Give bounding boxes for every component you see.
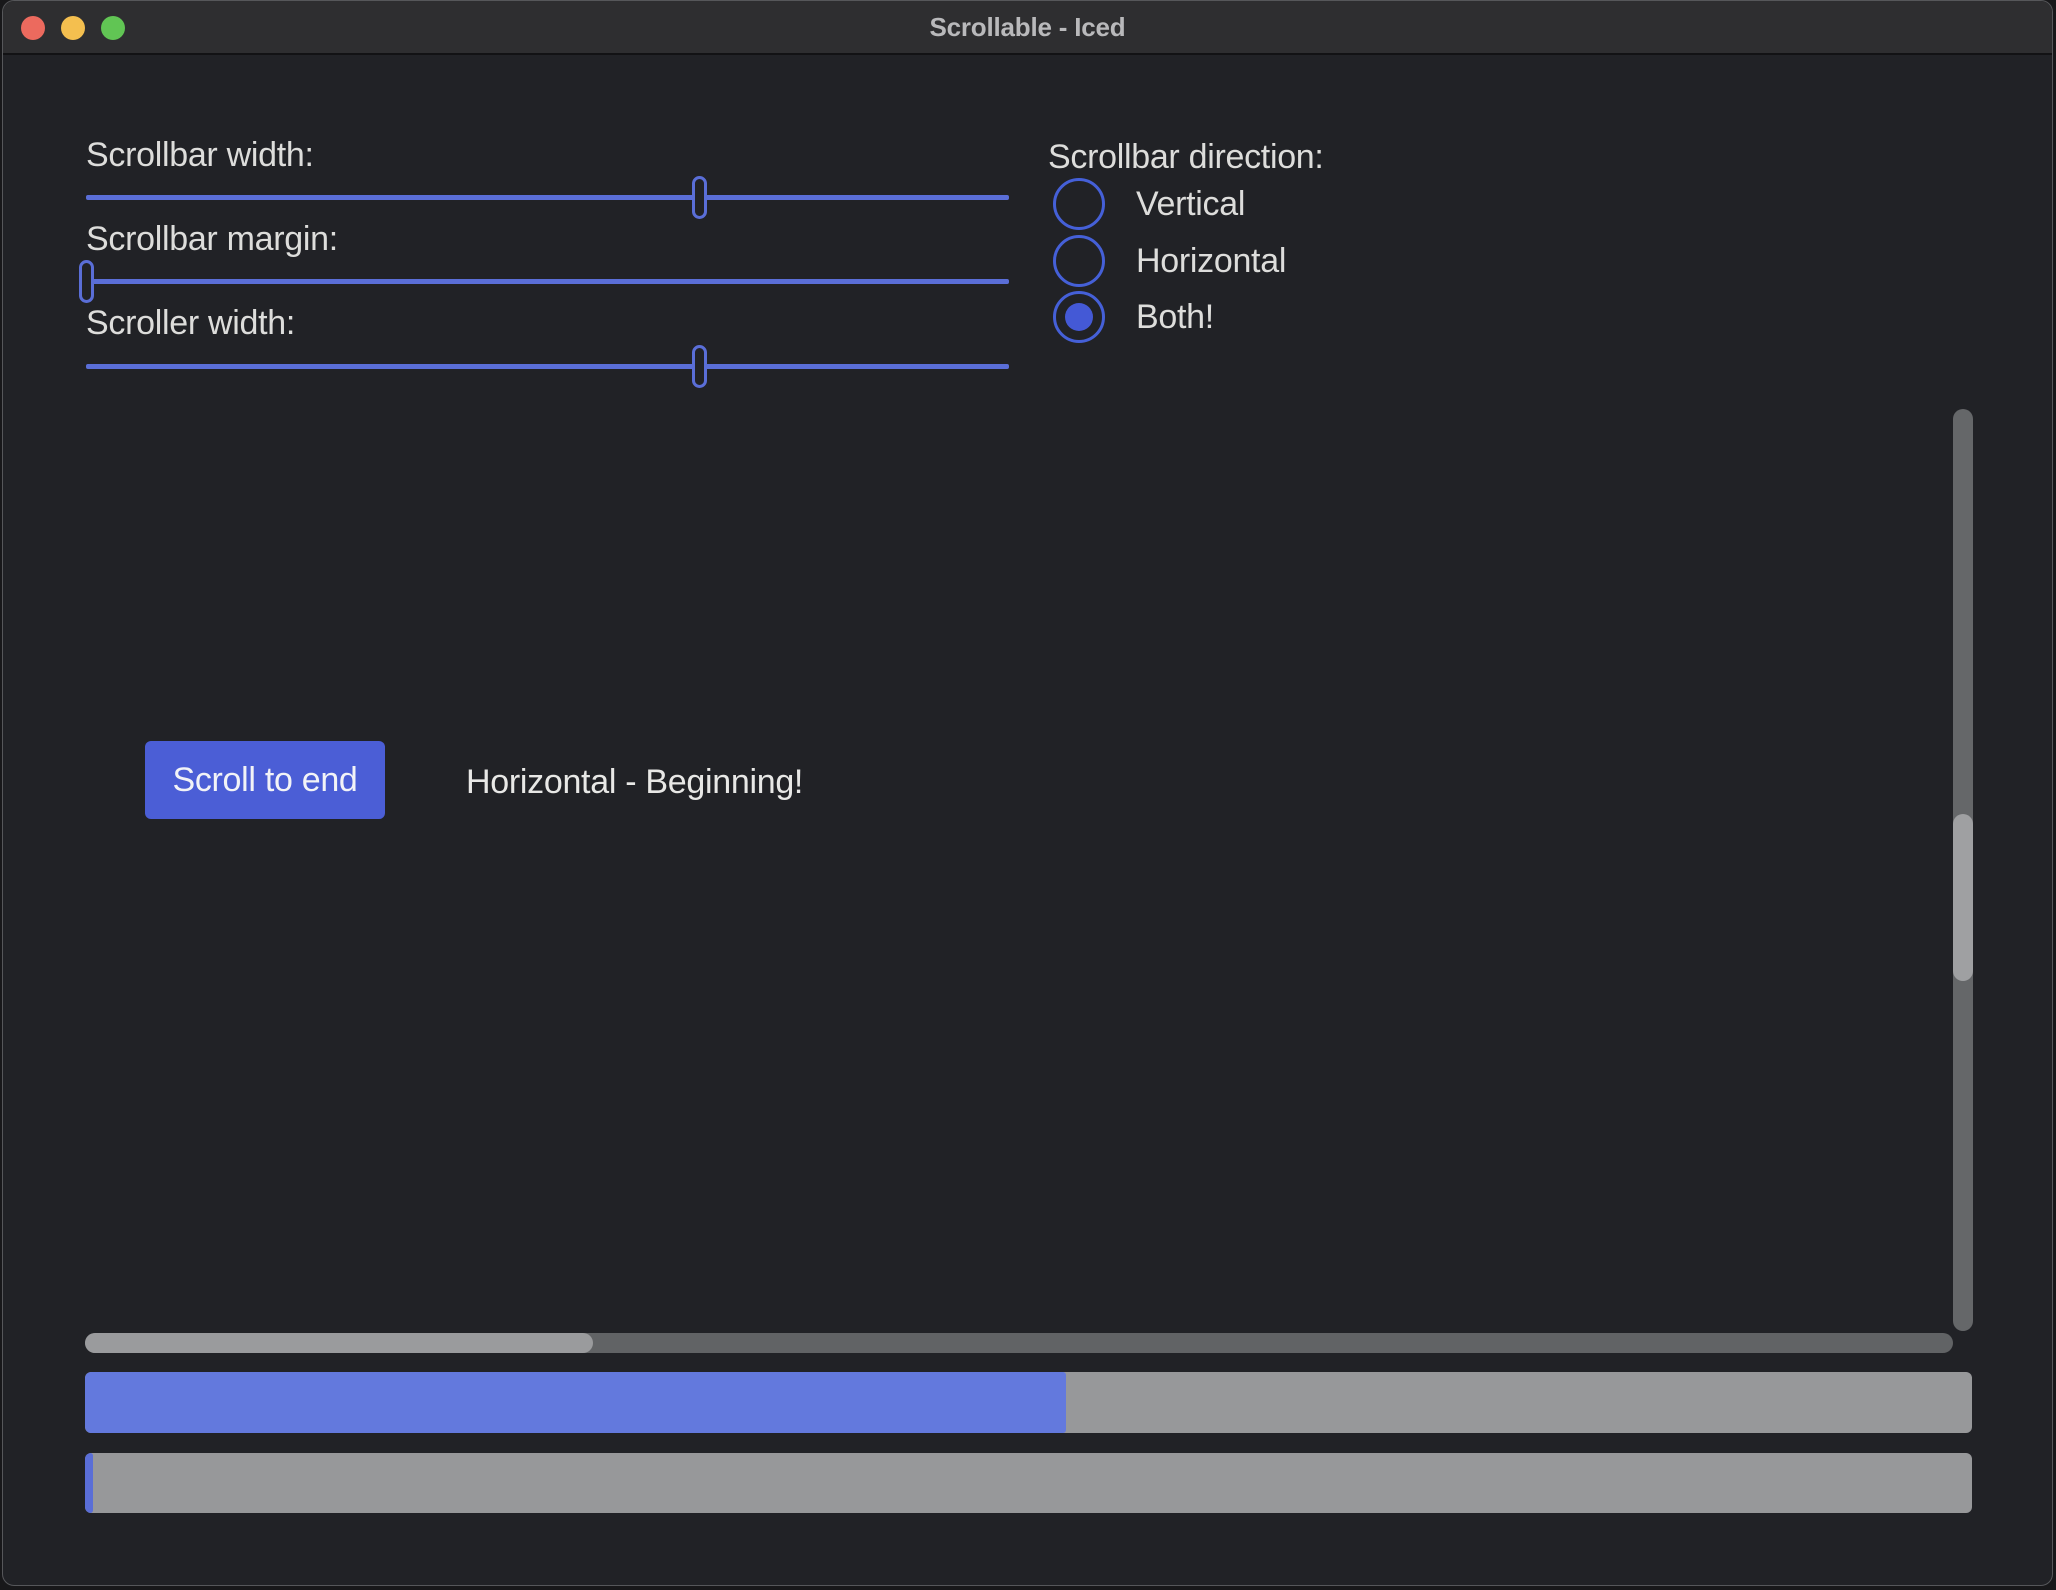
horizontal-scroll-progress-bar xyxy=(85,1453,1972,1513)
radio-icon xyxy=(1053,178,1105,230)
scrollbar-margin-slider[interactable] xyxy=(86,260,1009,303)
scroll-to-end-button[interactable]: Scroll to end xyxy=(145,741,385,819)
scrollbar-width-slider[interactable] xyxy=(86,176,1009,219)
slider-rail xyxy=(86,195,1009,200)
content-area: Scrollbar width: Scrollbar margin: Scrol… xyxy=(3,55,2052,1585)
app-window: Scrollable - Iced Scrollbar width: Scrol… xyxy=(2,0,2053,1586)
radio-dot-icon xyxy=(1065,303,1093,331)
titlebar: Scrollable - Iced xyxy=(3,1,2052,55)
window-title: Scrollable - Iced xyxy=(3,1,2052,53)
vertical-scrollbar-thumb[interactable] xyxy=(1953,814,1973,981)
slider-rail xyxy=(86,279,1009,284)
scrollbar-width-label: Scrollbar width: xyxy=(86,135,314,175)
slider-handle[interactable] xyxy=(79,260,94,303)
radio-label: Both! xyxy=(1136,298,1214,337)
radio-option-horizontal[interactable]: Horizontal xyxy=(1053,235,1286,287)
horizontal-scrollbar-thumb[interactable] xyxy=(85,1333,593,1353)
vertical-scrollbar-track[interactable] xyxy=(1953,409,1973,1331)
scrollbar-direction-heading: Scrollbar direction: xyxy=(1048,137,1324,177)
vertical-scroll-progress-bar xyxy=(85,1372,1972,1433)
slider-rail xyxy=(86,364,1009,369)
horizontal-scrollbar-track[interactable] xyxy=(85,1333,1953,1353)
progress-fill xyxy=(85,1372,1066,1433)
radio-option-vertical[interactable]: Vertical xyxy=(1053,178,1245,230)
radio-label: Vertical xyxy=(1136,185,1245,224)
scrollbar-margin-label: Scrollbar margin: xyxy=(86,219,338,259)
scroller-width-label: Scroller width: xyxy=(86,303,295,343)
radio-icon xyxy=(1053,235,1105,287)
radio-option-both[interactable]: Both! xyxy=(1053,291,1214,343)
scroll-to-end-button-label: Scroll to end xyxy=(172,761,357,800)
radio-label: Horizontal xyxy=(1136,242,1286,281)
scroll-status-text: Horizontal - Beginning! xyxy=(466,760,803,804)
slider-handle[interactable] xyxy=(692,345,707,388)
radio-icon xyxy=(1053,291,1105,343)
scroller-width-slider[interactable] xyxy=(86,345,1009,388)
slider-handle[interactable] xyxy=(692,176,707,219)
progress-fill xyxy=(85,1453,93,1513)
